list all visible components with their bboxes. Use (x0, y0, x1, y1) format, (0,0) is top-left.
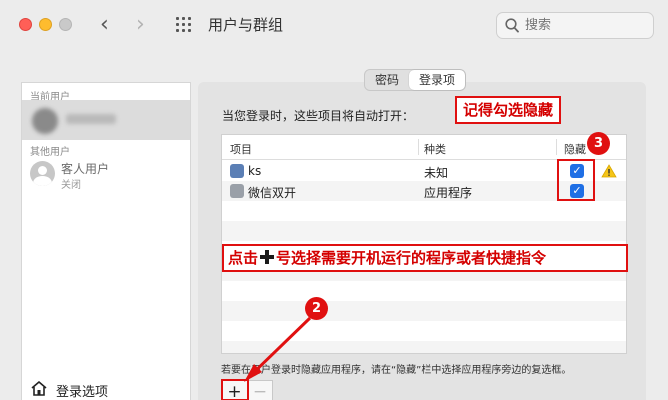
annotation-arrow-icon (244, 316, 312, 382)
